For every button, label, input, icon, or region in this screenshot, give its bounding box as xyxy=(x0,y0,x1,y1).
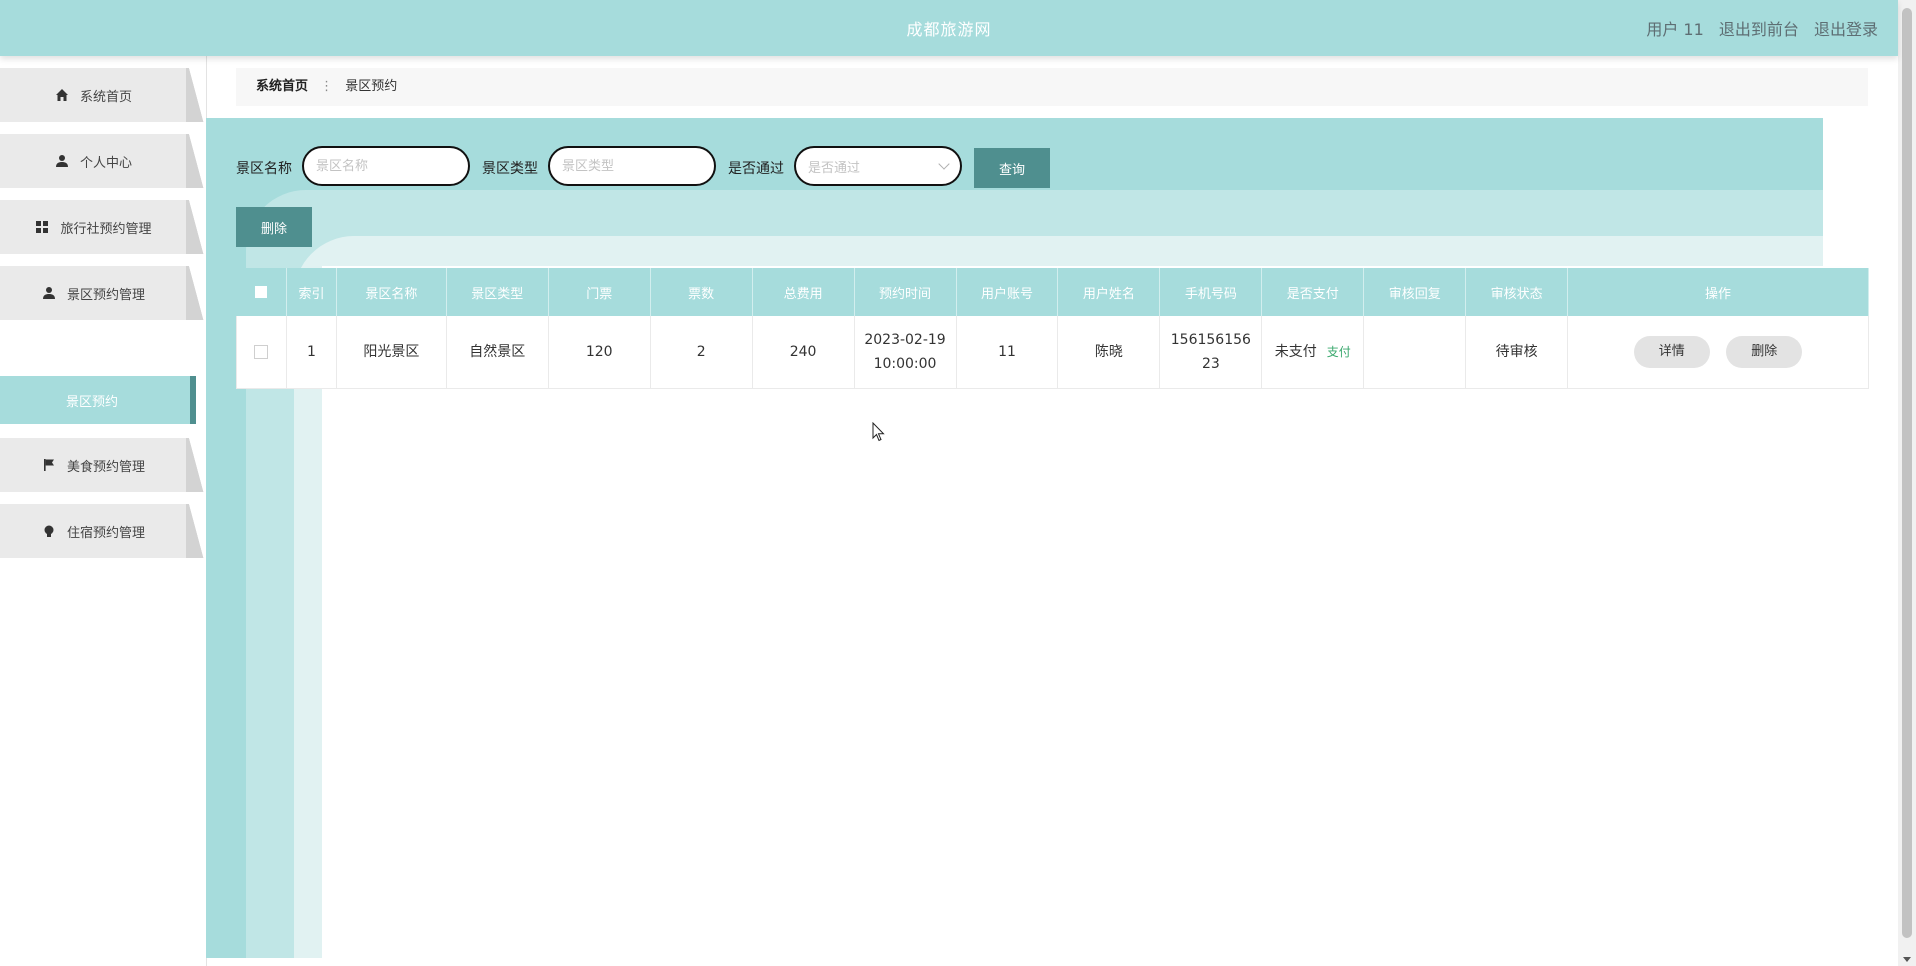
row-delete-button[interactable]: 删除 xyxy=(1726,336,1803,368)
select-all-checkbox[interactable] xyxy=(255,286,268,298)
pass-select[interactable]: 是否通过 xyxy=(794,146,962,186)
pass-select-placeholder: 是否通过 xyxy=(808,160,861,176)
breadcrumb-current: 景区预约 xyxy=(345,79,398,94)
cell-paid: 未支付 支付 xyxy=(1261,316,1365,389)
column-header: 审核回复 xyxy=(1363,268,1467,316)
column-header: 是否支付 xyxy=(1261,268,1365,316)
table-header-row: 索引 景区名称 景区类型 门票 票数 总费用 预约时间 用户账号 用户姓名 手机… xyxy=(236,268,1869,316)
sidebar-item-label: 系统首页 xyxy=(79,89,132,105)
sidebar-item-lodging-booking[interactable]: 住宿预约管理 xyxy=(0,504,206,558)
sidebar-item-food-booking[interactable]: 美食预约管理 xyxy=(0,438,206,492)
cell-count: 2 xyxy=(650,316,753,389)
cell-ticket: 120 xyxy=(548,316,651,389)
column-header: 景区名称 xyxy=(336,268,447,316)
sidebar-item-home[interactable]: 系统首页 xyxy=(0,68,206,122)
menu-tab-decoration xyxy=(186,504,206,558)
sidebar-item-travel-agency[interactable]: 旅行社预约管理 xyxy=(0,200,206,254)
paid-status: 未支付 xyxy=(1274,344,1317,360)
column-header: 索引 xyxy=(286,268,337,316)
top-header: 成都旅游网 用户 11 退出到前台 退出登录 xyxy=(0,0,1898,56)
scenic-type-label: 景区类型 xyxy=(482,161,538,177)
pay-link[interactable]: 支付 xyxy=(1327,345,1351,359)
sidebar-item-label: 旅行社预约管理 xyxy=(60,221,152,237)
bulb-icon xyxy=(41,523,57,539)
phone-line: 23 xyxy=(1201,356,1220,372)
header-user-area: 用户 11 退出到前台 退出登录 xyxy=(1636,16,1878,40)
scenic-type-input[interactable] xyxy=(548,146,716,186)
site-title: 成都旅游网 xyxy=(906,20,992,39)
sidebar-item-label: 美食预约管理 xyxy=(66,459,145,475)
query-button[interactable]: 查询 xyxy=(974,148,1050,188)
pass-label: 是否通过 xyxy=(728,161,784,177)
sidebar: 系统首页 个人中心 旅行社预约管理 景区预约管理 景区预约 美食预约管理 住宿预… xyxy=(0,56,207,966)
booking-date: 2023-02-19 xyxy=(864,332,946,348)
home-icon xyxy=(54,87,70,103)
cell-total: 240 xyxy=(752,316,855,389)
sidebar-item-label: 个人中心 xyxy=(79,155,132,171)
column-header: 用户姓名 xyxy=(1057,268,1161,316)
sidebar-item-profile[interactable]: 个人中心 xyxy=(0,134,206,188)
menu-tab-decoration xyxy=(186,134,206,188)
column-header: 手机号码 xyxy=(1159,268,1263,316)
column-header: 票数 xyxy=(650,268,753,316)
sidebar-item-label: 住宿预约管理 xyxy=(66,525,145,541)
row-select-cell[interactable] xyxy=(236,316,287,389)
batch-delete-button[interactable]: 删除 xyxy=(236,207,312,247)
cell-account: 11 xyxy=(956,316,1059,389)
cell-reply xyxy=(1363,316,1467,389)
breadcrumb-separator: ⋮ xyxy=(320,79,334,94)
column-header: 预约时间 xyxy=(854,268,957,316)
detail-button[interactable]: 详情 xyxy=(1633,336,1710,368)
menu-tab-decoration xyxy=(186,266,206,320)
logout-link[interactable]: 退出登录 xyxy=(1814,20,1878,39)
column-header: 操作 xyxy=(1567,268,1869,316)
breadcrumb: 系统首页 ⋮ 景区预约 xyxy=(236,68,1868,106)
menu-tab-decoration xyxy=(186,68,206,122)
column-header: 总费用 xyxy=(752,268,855,316)
breadcrumb-home[interactable]: 系统首页 xyxy=(256,79,308,94)
chevron-down-icon xyxy=(938,158,950,170)
booking-clock: 10:00:00 xyxy=(873,356,937,372)
cell-scenic-name: 阳光景区 xyxy=(336,316,447,389)
column-header: 门票 xyxy=(548,268,651,316)
select-all-header[interactable] xyxy=(236,268,287,316)
grid-icon xyxy=(34,219,50,235)
main-background-edge xyxy=(1823,118,1899,268)
cell-phone: 156156156 23 xyxy=(1159,316,1263,389)
column-header: 景区类型 xyxy=(446,268,549,316)
column-header: 审核状态 xyxy=(1465,268,1569,316)
back-to-front-link[interactable]: 退出到前台 xyxy=(1719,20,1799,39)
scroll-down-arrow-icon[interactable] xyxy=(1903,957,1911,962)
scenic-name-label: 景区名称 xyxy=(236,161,292,177)
phone-line: 156156156 xyxy=(1170,332,1251,348)
flag-icon xyxy=(41,457,57,473)
table-row: 1 阳光景区 自然景区 120 2 240 2023-02-19 10:00:0… xyxy=(236,316,1869,389)
page-scrollbar[interactable] xyxy=(1898,0,1916,966)
menu-tab-decoration xyxy=(186,200,206,254)
mouse-cursor-icon xyxy=(872,421,886,446)
user-icon xyxy=(54,153,70,169)
cell-actions: 详情 删除 xyxy=(1567,316,1869,389)
current-user: 用户 11 xyxy=(1646,20,1704,39)
cell-status: 待审核 xyxy=(1465,316,1569,389)
scenic-name-input[interactable] xyxy=(302,146,470,186)
user-group-icon xyxy=(41,285,57,301)
sidebar-item-scenic-booking[interactable]: 景区预约管理 xyxy=(0,266,206,320)
scrollbar-thumb[interactable] xyxy=(1902,8,1912,938)
cell-index: 1 xyxy=(286,316,337,389)
menu-tab-decoration xyxy=(186,438,206,492)
cell-booking-time: 2023-02-19 10:00:00 xyxy=(854,316,957,389)
cell-scenic-type: 自然景区 xyxy=(446,316,549,389)
row-checkbox[interactable] xyxy=(254,345,269,359)
submenu-item-scenic-booking[interactable]: 景区预约 xyxy=(0,376,196,424)
booking-table: 索引 景区名称 景区类型 门票 票数 总费用 预约时间 用户账号 用户姓名 手机… xyxy=(236,268,1869,389)
sidebar-item-label: 景区预约管理 xyxy=(66,287,145,303)
column-header: 用户账号 xyxy=(956,268,1059,316)
cell-username: 陈晓 xyxy=(1057,316,1161,389)
